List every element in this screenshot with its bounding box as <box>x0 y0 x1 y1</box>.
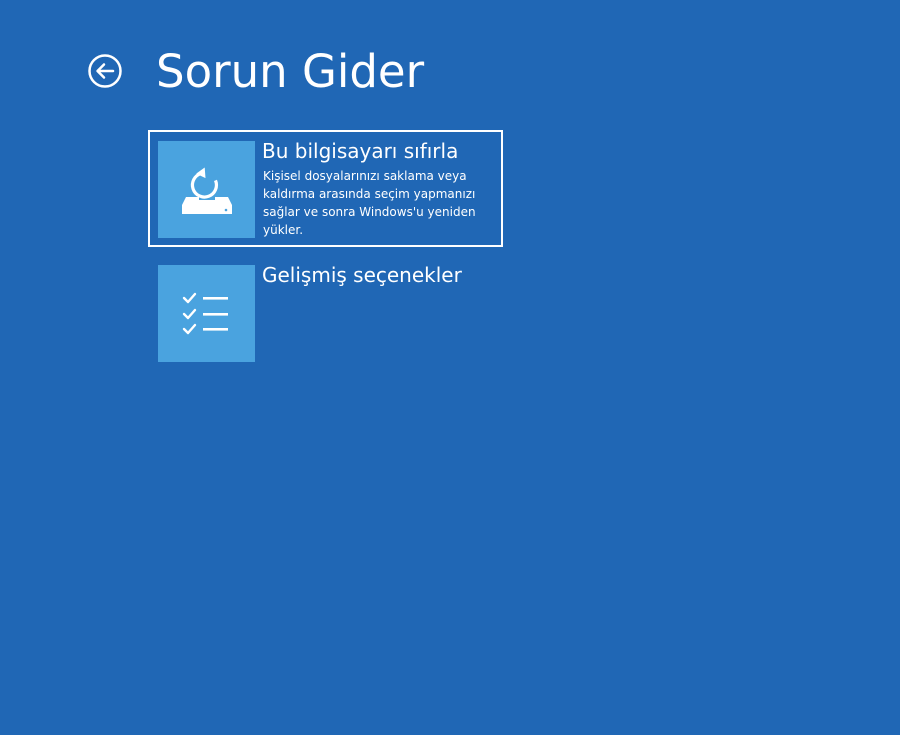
advanced-options-option[interactable]: Gelişmiş seçenekler <box>148 254 503 369</box>
reset-pc-icon <box>181 167 232 214</box>
page-title: Sorun Gider <box>156 45 425 98</box>
back-arrow-circle-icon <box>88 54 122 88</box>
checklist-icon <box>182 292 228 334</box>
reset-pc-description: Kişisel dosyalarınızı saklama veya kaldı… <box>263 169 476 237</box>
reset-pc-tile <box>158 141 255 238</box>
back-button[interactable] <box>87 53 123 89</box>
reset-pc-title: Bu bilgisayarı sıfırla <box>262 139 459 163</box>
advanced-options-title: Gelişmiş seçenekler <box>262 263 462 287</box>
reset-pc-option[interactable]: Bu bilgisayarı sıfırla Kişisel dosyaları… <box>148 130 503 247</box>
advanced-options-tile <box>158 265 255 362</box>
